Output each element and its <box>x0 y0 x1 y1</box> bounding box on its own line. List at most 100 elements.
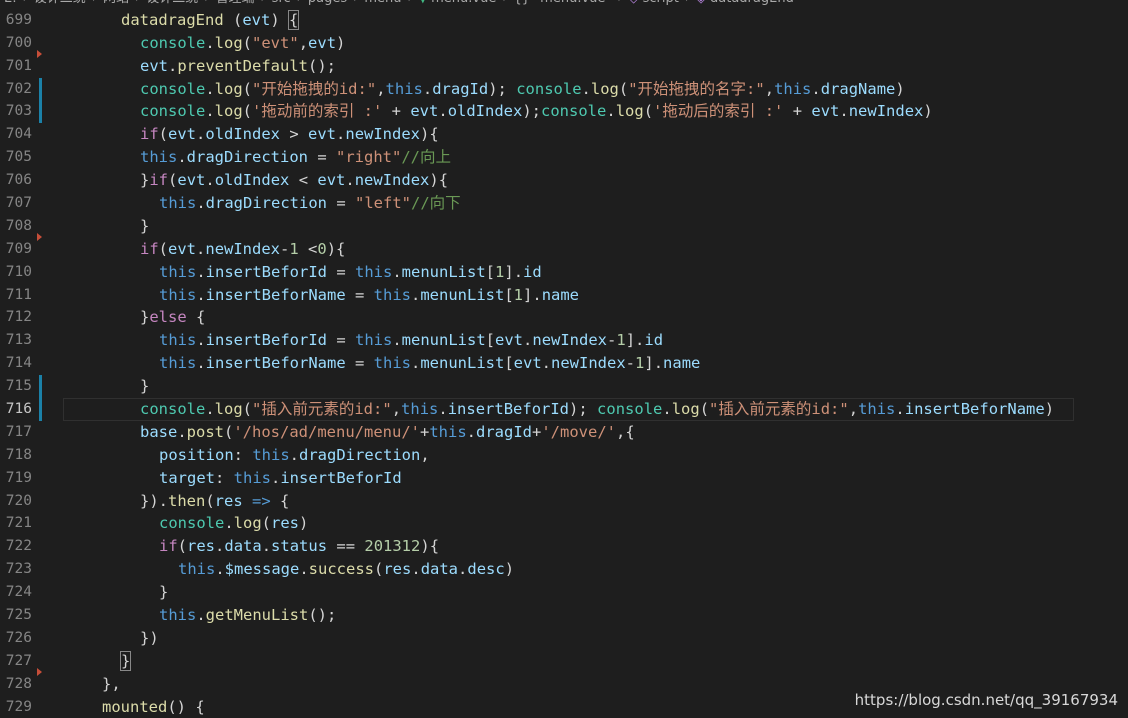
watermark: https://blog.csdn.net/qq_39167934 <box>854 691 1118 709</box>
code-token: evt <box>177 171 206 190</box>
deleted-line-marker[interactable] <box>37 667 42 676</box>
breadcrumb-item[interactable]: src <box>272 0 291 6</box>
code-token: ( <box>242 79 253 98</box>
indent-guide <box>64 306 83 329</box>
code-token: success <box>308 560 374 579</box>
code-token: ) <box>895 79 905 98</box>
modified-line-marker[interactable] <box>39 375 42 399</box>
deleted-line-marker[interactable] <box>37 232 42 241</box>
code-token: preventDefault <box>177 56 308 75</box>
code-token: ]. <box>644 354 664 373</box>
code-text: }) <box>64 627 159 650</box>
code-text: mounted() { <box>64 696 205 718</box>
code-line[interactable]: 699 datadragEnd (evt) { <box>0 9 1128 32</box>
indent-guide <box>83 398 102 421</box>
indent-guide <box>64 32 83 55</box>
code-line[interactable]: 712}else { <box>0 306 1128 329</box>
modified-line-marker[interactable] <box>39 398 42 421</box>
indent-guide <box>83 169 102 192</box>
method-icon: ◈ <box>696 0 710 6</box>
code-line[interactable]: 704 if(evt.oldIndex > evt.newIndex){ <box>0 123 1128 146</box>
code-line[interactable]: 710 this.insertBeforId = this.menunList[1… <box>0 261 1128 284</box>
code-token: { <box>270 491 290 510</box>
code-line[interactable]: 713 this.insertBeforId = this.menunList[e… <box>0 329 1128 352</box>
code-line[interactable]: 720}).then(res => { <box>0 490 1128 513</box>
indent-guide <box>102 100 121 123</box>
breadcrumb-item[interactable]: 管理端 <box>215 0 254 6</box>
code-line[interactable]: 702 console.log("开始拖拽的id:",this.dragId); … <box>0 77 1128 101</box>
code-line[interactable]: 722 if(res.data.status == 201312){ <box>0 535 1128 558</box>
breadcrumb-item[interactable]: menu.vue <box>431 0 496 6</box>
code-token: insertBeforName <box>205 285 346 304</box>
code-line[interactable]: 701 evt.preventDefault(); <box>0 49 1128 78</box>
breadcrumb-item[interactable]: {} "menu.vue" <box>514 0 612 6</box>
breadcrumb-item[interactable]: datadragEnd <box>710 0 794 6</box>
modified-line-marker[interactable] <box>39 100 42 124</box>
code-line[interactable]: 717 base.post('/hos/ad/menu/menu/'+this.d… <box>0 421 1128 444</box>
indent-guide <box>102 192 121 215</box>
indent-guide <box>121 192 140 215</box>
code-line[interactable]: 708} <box>0 215 1128 238</box>
code-line[interactable]: 707 this.dragDirection = "left"//向下 <box>0 192 1128 215</box>
breadcrumb-item[interactable]: 设计二统 <box>146 0 198 6</box>
breadcrumb-item[interactable]: 设计二统 <box>34 0 86 6</box>
breadcrumb-item[interactable]: pages <box>308 0 347 6</box>
code-line[interactable]: 718 position: this.dragDirection, <box>0 444 1128 467</box>
indent-guide <box>64 192 83 215</box>
code-token: . <box>811 79 821 98</box>
code-line[interactable]: 714 this.insertBeforName = this.menunList… <box>0 352 1128 375</box>
indent-guide <box>102 627 121 650</box>
code-line[interactable]: 711 this.insertBeforName = this.menunList… <box>0 284 1128 307</box>
code-line[interactable]: 700 console.log("evt",evt) <box>0 32 1128 55</box>
indent-guide <box>64 329 83 352</box>
indent-guide <box>83 627 102 650</box>
indent-guide <box>64 444 83 467</box>
code-editor[interactable]: E:›设计二统›网站›设计二统›管理端›src›pages›menu›▼menu… <box>0 0 1128 718</box>
code-line[interactable]: 724} <box>0 581 1128 604</box>
code-token: console <box>597 400 663 419</box>
code-token: $message <box>224 560 300 579</box>
code-line[interactable]: 705 this.dragDirection = "right"//向上 <box>0 146 1128 169</box>
code-token: . <box>261 537 272 556</box>
code-token: status <box>271 537 328 556</box>
code-text: console.log("evt",evt) <box>64 32 345 55</box>
indent-guide <box>83 146 102 169</box>
code-text: datadragEnd (evt) { <box>64 9 300 32</box>
code-lines[interactable]: 698},699datadragEnd (evt) {700console.lo… <box>0 0 1128 718</box>
code-token: "插入前元素的id:" <box>252 400 392 419</box>
breadcrumb-item[interactable]: menu <box>364 0 401 6</box>
code-line[interactable]: 716 console.log("插入前元素的id:",this.insertBe… <box>0 398 1128 421</box>
code-line[interactable]: 709 if(evt.newIndex-1 <0){ <box>0 232 1128 261</box>
code-token: '拖动后的索引 :' <box>653 102 784 121</box>
code-line[interactable]: 703 console.log('拖动前的索引 :' + evt.oldIndex… <box>0 100 1128 124</box>
code-token: , <box>420 445 430 464</box>
code-token: }, <box>102 674 121 693</box>
code-token: dragDirection <box>186 148 308 167</box>
code-line[interactable]: 725 this.getMenuList(); <box>0 604 1128 627</box>
code-line[interactable]: 727} <box>0 650 1128 673</box>
code-line[interactable]: 706}if(evt.oldIndex < evt.newIndex){ <box>0 169 1128 192</box>
chevron-right-icon: › <box>198 0 215 6</box>
indent-guide <box>121 535 140 558</box>
breadcrumb-item[interactable]: script <box>643 0 679 6</box>
breadcrumb-item[interactable]: 网站 <box>103 0 129 6</box>
code-token: '/move/' <box>541 422 616 441</box>
indent-guide <box>102 55 121 78</box>
code-line[interactable]: 719 target: this.insertBeforId <box>0 467 1128 490</box>
code-token: if <box>140 239 159 258</box>
indent-guide <box>83 650 102 673</box>
code-token: mounted <box>102 697 168 716</box>
code-token: oldIndex <box>205 125 281 144</box>
code-line[interactable]: 715} <box>0 375 1128 399</box>
indent-guide <box>121 512 140 535</box>
deleted-line-marker[interactable] <box>37 49 42 58</box>
code-token: } <box>140 171 150 190</box>
indent-guide <box>102 329 121 352</box>
code-line[interactable]: 726}) <box>0 627 1128 650</box>
code-line[interactable]: 721 console.log(res) <box>0 512 1128 535</box>
code-line[interactable]: 723 this.$message.success(res.data.desc) <box>0 558 1128 581</box>
code-token: evt <box>308 33 337 52</box>
indent-guide <box>64 421 83 444</box>
breadcrumb-item[interactable]: E: <box>4 0 17 6</box>
modified-line-marker[interactable] <box>39 77 42 101</box>
